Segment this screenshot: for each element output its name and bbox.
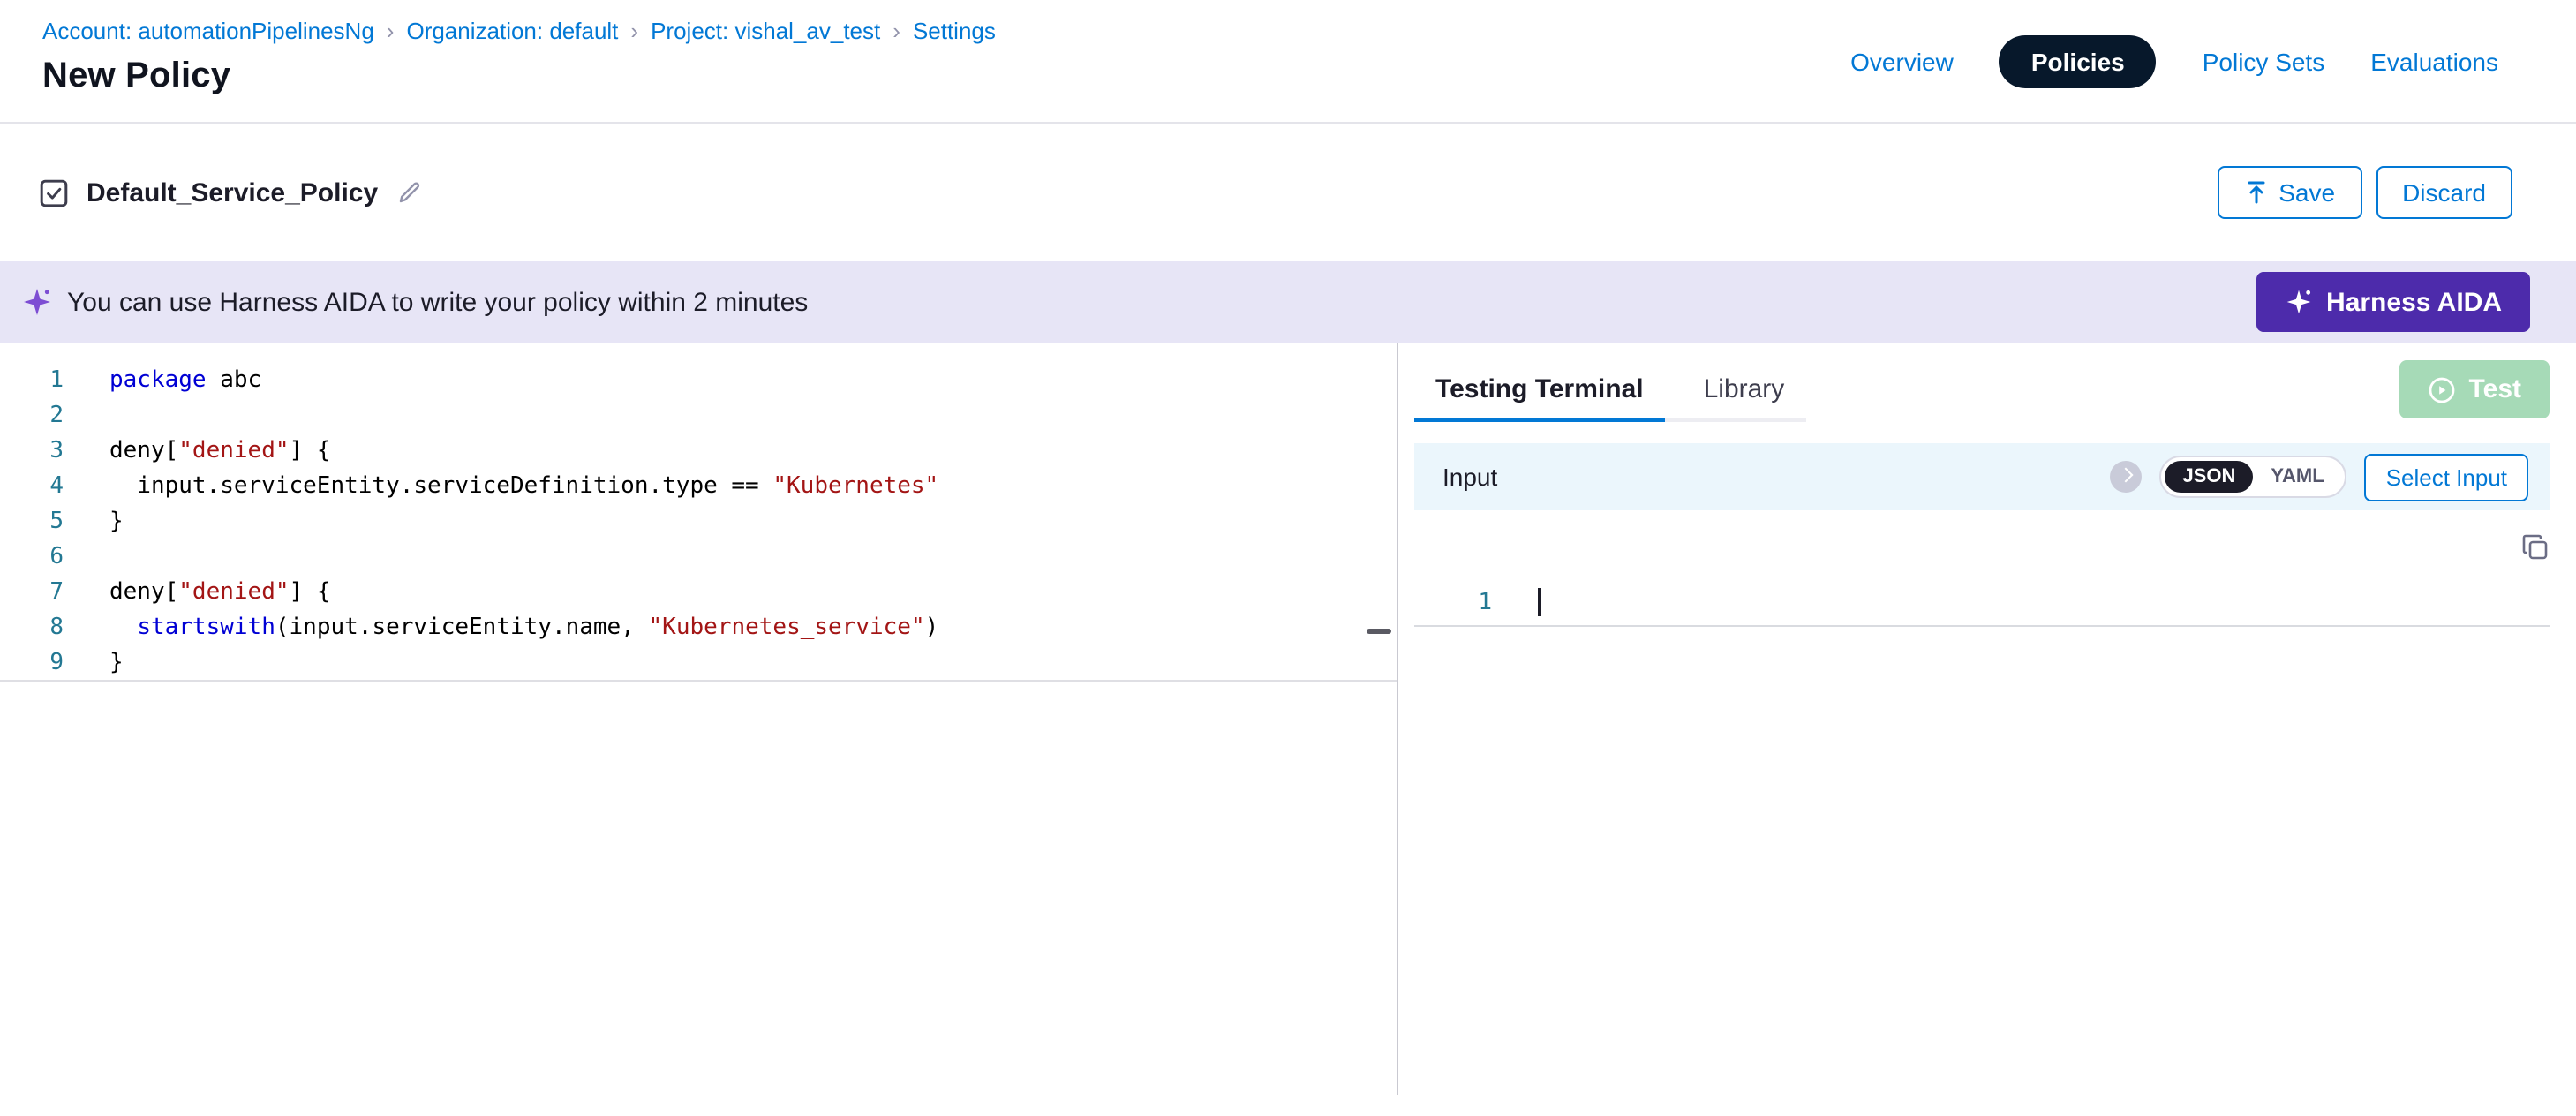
breadcrumb-separator: › — [893, 18, 900, 44]
select-input-button[interactable]: Select Input — [2365, 453, 2528, 501]
policy-actions: Save Discard — [2217, 166, 2512, 219]
tab-testing-terminal[interactable]: Testing Terminal — [1414, 364, 1665, 422]
breadcrumb: Account: automationPipelinesNg › Organiz… — [42, 18, 996, 44]
code-line: 7deny["denied"] { — [0, 576, 1397, 611]
code-line: 4 input.serviceEntity.serviceDefinition.… — [0, 470, 1397, 505]
code-line: 2 — [0, 399, 1397, 434]
harness-aida-button-label: Harness AIDA — [2326, 287, 2502, 317]
editor-scrollbar-thumb[interactable] — [1367, 629, 1391, 634]
code-line: 6 — [0, 540, 1397, 576]
save-button-label: Save — [2278, 178, 2335, 207]
aida-banner-message: You can use Harness AIDA to write your p… — [67, 287, 808, 317]
policy-editor[interactable]: 1package abc23deny["denied"] {4 input.se… — [0, 343, 1398, 1095]
copy-icon[interactable] — [2521, 533, 2550, 562]
policy-toolbar: Default_Service_Policy Save Discard — [0, 124, 2576, 261]
policy-title-group: Default_Service_Policy — [39, 177, 424, 207]
save-button[interactable]: Save — [2217, 166, 2361, 219]
line-number: 4 — [0, 470, 64, 505]
code-text: package abc — [64, 364, 261, 399]
text-cursor — [1538, 588, 1540, 616]
discard-button[interactable]: Discard — [2376, 166, 2512, 219]
line-number: 6 — [0, 540, 64, 576]
line-number: 1 — [0, 364, 64, 399]
code-text: } — [64, 646, 124, 680]
code-text: deny["denied"] { — [64, 576, 331, 611]
line-number: 7 — [0, 576, 64, 611]
policy-name: Default_Service_Policy — [87, 177, 378, 207]
harness-aida-button[interactable]: Harness AIDA — [2256, 272, 2530, 332]
sparkle-icon — [21, 286, 53, 318]
code-lines: 1package abc23deny["denied"] {4 input.se… — [0, 364, 1397, 682]
code-line: 3deny["denied"] { — [0, 434, 1397, 470]
app: Account: automationPipelinesNg › Organiz… — [0, 0, 2576, 1116]
input-title: Input — [1442, 463, 1497, 491]
code-text: deny["denied"] { — [64, 434, 331, 470]
aida-banner-left: You can use Harness AIDA to write your p… — [21, 286, 808, 318]
policy-check-icon — [39, 177, 69, 207]
code-text: input.serviceEntity.serviceDefinition.ty… — [64, 470, 938, 505]
discard-button-label: Discard — [2402, 178, 2486, 207]
code-line: 9} — [0, 646, 1397, 682]
code-line: 8 startswith(input.serviceEntity.name, "… — [0, 611, 1397, 646]
code-text: startswith(input.serviceEntity.name, "Ku… — [64, 611, 938, 646]
edit-name-icon[interactable] — [395, 178, 424, 207]
prettify-icon[interactable] — [2110, 461, 2142, 493]
code-line: 5} — [0, 505, 1397, 540]
breadcrumb-account[interactable]: Account: automationPipelinesNg — [42, 18, 374, 44]
format-option-json[interactable]: JSON — [2165, 461, 2253, 493]
input-header-actions: JSON YAML Select Input — [2110, 453, 2528, 501]
tab-library[interactable]: Library — [1683, 364, 1806, 418]
format-option-yaml[interactable]: YAML — [2253, 461, 2341, 493]
line-number: 3 — [0, 434, 64, 470]
aida-sparkle-icon — [2284, 288, 2312, 316]
header-left: Account: automationPipelinesNg › Organiz… — [42, 0, 996, 122]
play-icon — [2429, 375, 2457, 403]
breadcrumb-project[interactable]: Project: vishal_av_test — [651, 18, 880, 44]
aida-banner: You can use Harness AIDA to write your p… — [0, 261, 2576, 343]
page-title: New Policy — [42, 57, 996, 97]
tab-overview[interactable]: Overview — [1850, 47, 1954, 75]
tab-policy-sets[interactable]: Policy Sets — [2203, 47, 2325, 75]
format-toggle: JSON YAML — [2159, 456, 2346, 498]
page-header: Account: automationPipelinesNg › Organiz… — [0, 0, 2576, 124]
main-content: 1package abc23deny["denied"] {4 input.se… — [0, 343, 2576, 1095]
input-editor[interactable]: 1 — [1414, 510, 2550, 627]
tab-policies[interactable]: Policies — [2000, 34, 2157, 87]
input-editor-line[interactable]: 1 — [1414, 579, 2550, 627]
breadcrumb-separator: › — [387, 18, 395, 44]
test-button[interactable]: Test — [2400, 360, 2550, 418]
code-line: 1package abc — [0, 364, 1397, 399]
line-number: 9 — [0, 646, 64, 680]
line-number: 5 — [0, 505, 64, 540]
line-number: 1 — [1414, 589, 1492, 615]
module-tabs: Overview Policies Policy Sets Evaluation… — [1850, 0, 2498, 122]
line-number: 2 — [0, 399, 64, 434]
testing-panel-tabs: Testing Terminal Library — [1414, 364, 1805, 422]
upload-icon — [2243, 180, 2268, 205]
code-text: } — [64, 505, 124, 540]
breadcrumb-separator: › — [630, 18, 638, 44]
line-number: 8 — [0, 611, 64, 646]
breadcrumb-settings[interactable]: Settings — [913, 18, 996, 44]
breadcrumb-organization[interactable]: Organization: default — [406, 18, 618, 44]
testing-panel: Testing Terminal Library Test Input JSON… — [1398, 343, 2576, 1095]
tab-evaluations[interactable]: Evaluations — [2370, 47, 2498, 75]
code-text — [64, 540, 109, 576]
input-section-header: Input JSON YAML Select Input — [1414, 443, 2550, 510]
test-button-label: Test — [2469, 374, 2521, 404]
code-text — [64, 399, 109, 434]
